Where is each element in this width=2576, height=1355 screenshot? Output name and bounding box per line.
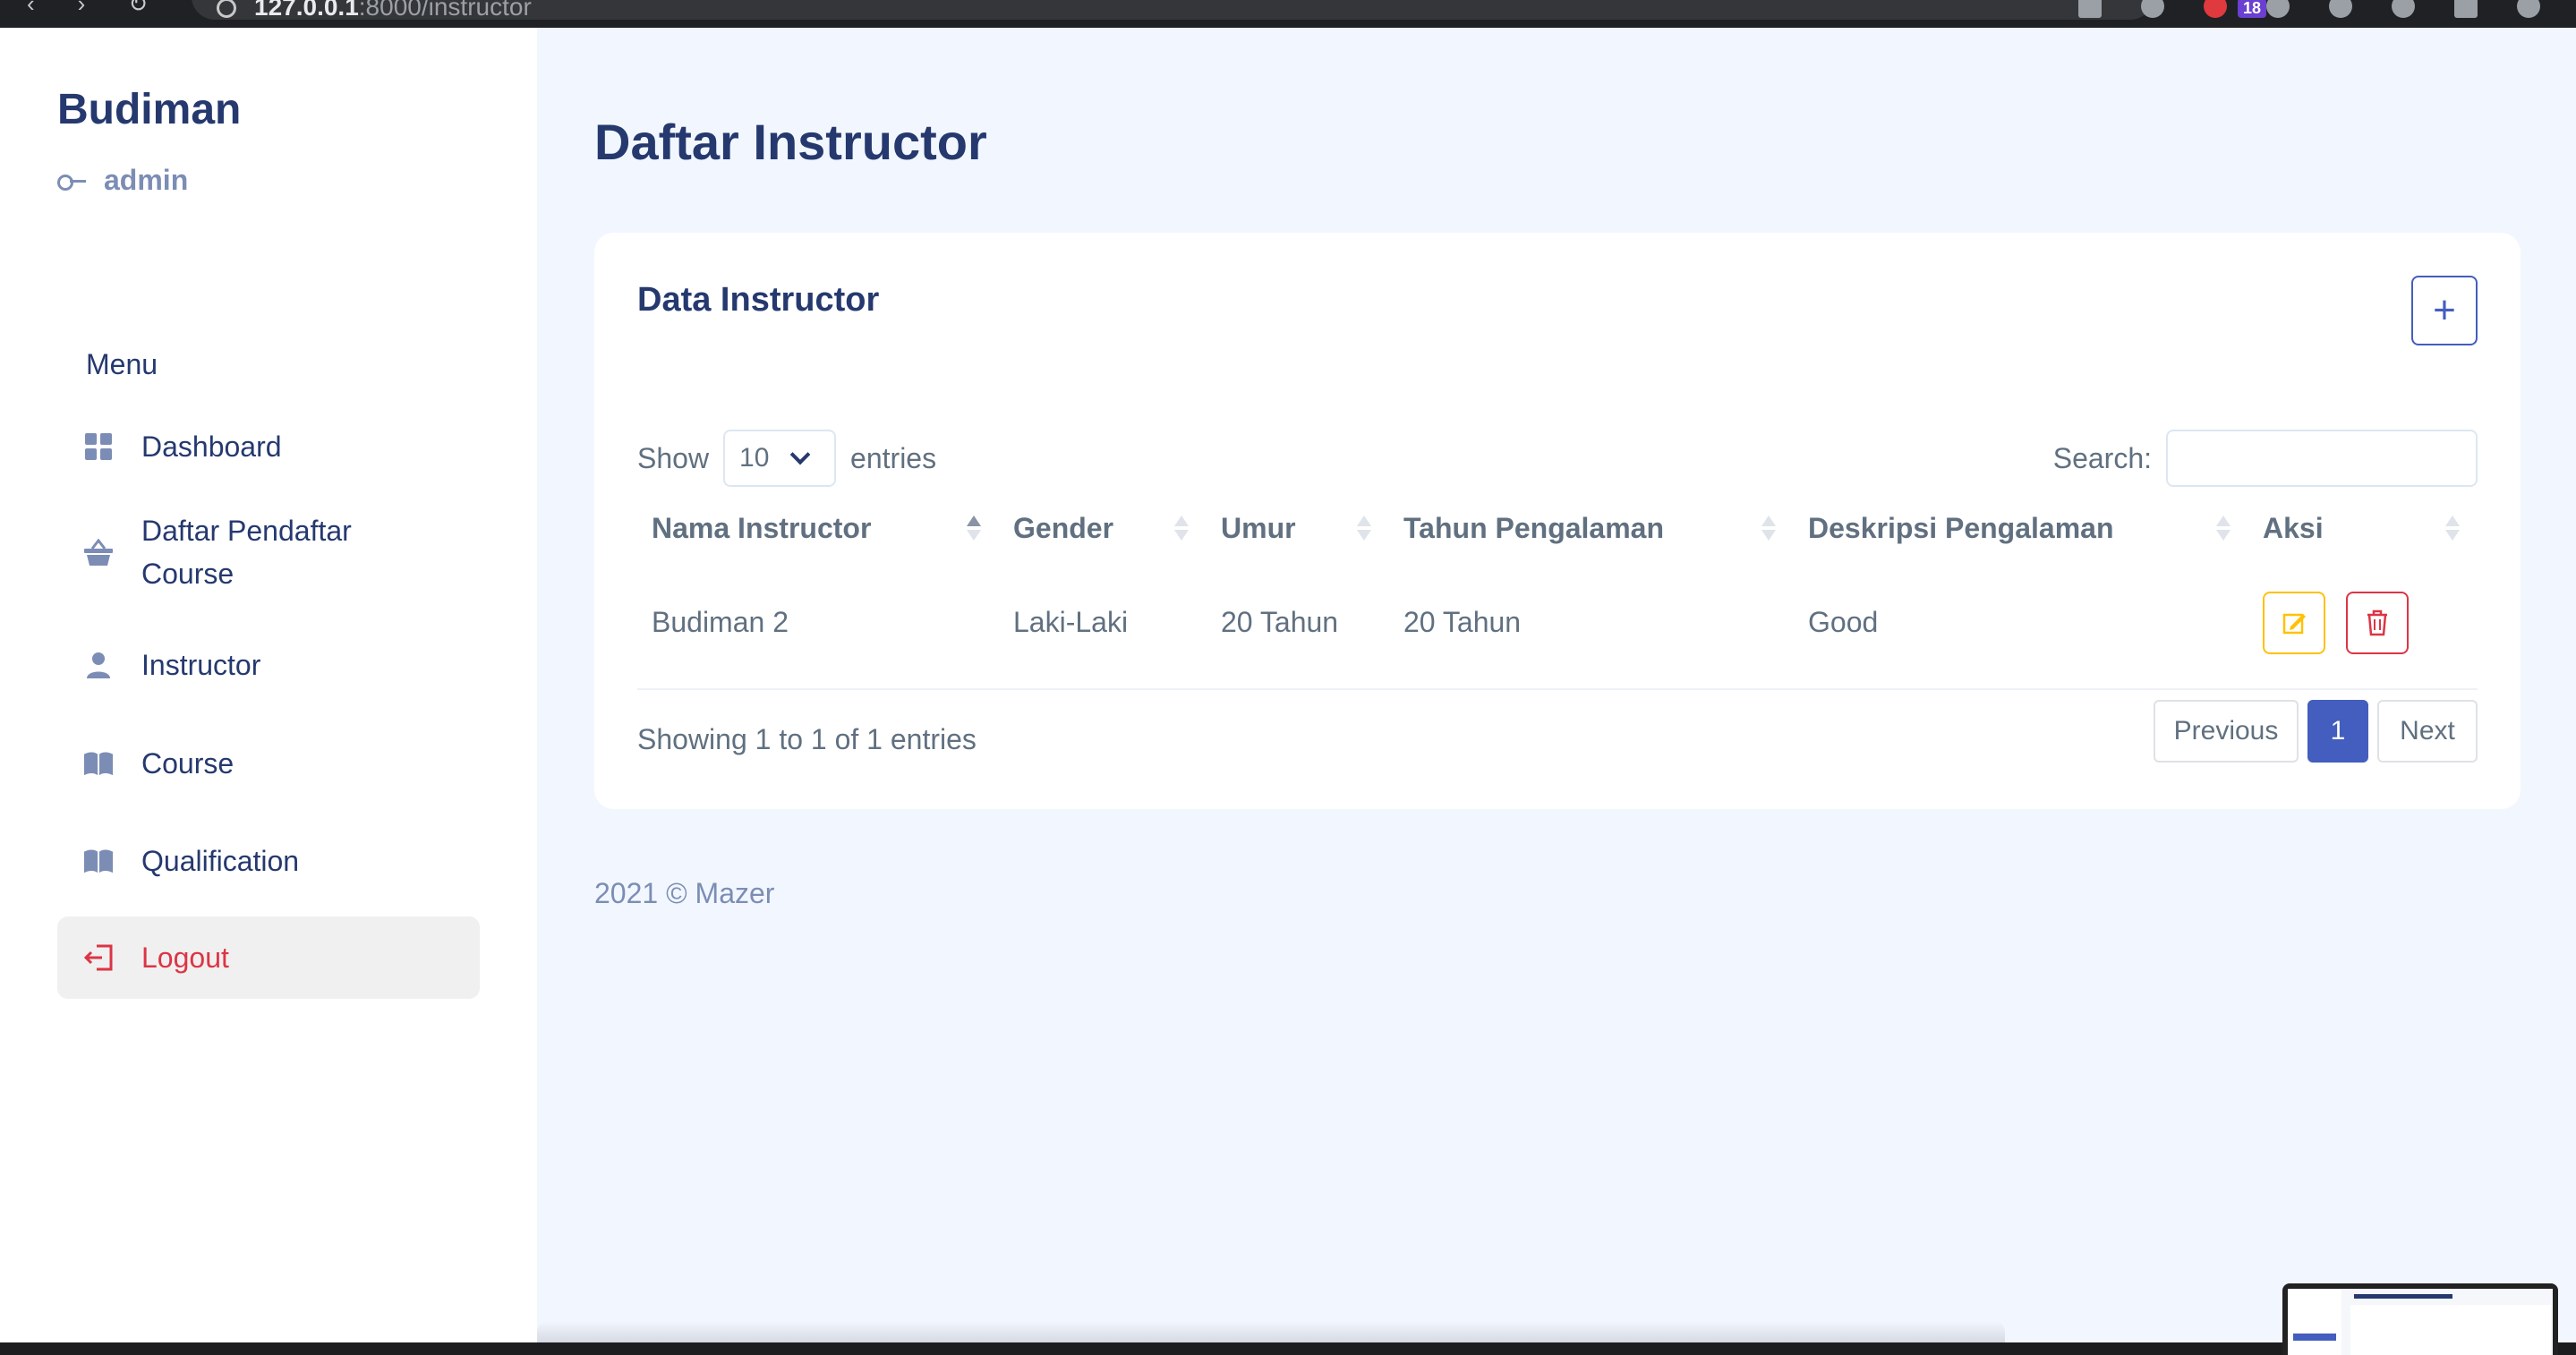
page-length-select[interactable]: 10 <box>723 430 837 487</box>
instructor-card: Data Instructor + Show 10 entries Search… <box>594 233 2521 809</box>
sidebar-item-label: Instructor <box>141 649 261 681</box>
show-label: Show <box>637 441 710 474</box>
sidebar-item-label: Daftar Pendaftar Course <box>141 515 352 590</box>
column-header-umur[interactable]: Umur <box>1207 499 1389 557</box>
brand-title[interactable]: Budiman <box>57 85 241 134</box>
thumbnail-title <box>2354 1294 2452 1299</box>
basket-icon <box>84 538 113 567</box>
screen-bottom-edge <box>0 1342 2576 1355</box>
sidebar-item-logout[interactable]: Logout <box>57 916 480 999</box>
column-header-nama[interactable]: Nama Instructor <box>637 499 999 557</box>
grid-icon <box>84 432 113 461</box>
instructor-table: Nama Instructor Gender Umur Tahun Pengal… <box>637 499 2478 690</box>
sort-icon <box>1357 512 1371 544</box>
cell-umur: 20 Tahun <box>1207 557 1389 690</box>
cell-aksi <box>2248 557 2478 690</box>
table-header-row: Nama Instructor Gender Umur Tahun Pengal… <box>637 499 2478 557</box>
extension-icon[interactable] <box>2392 0 2415 18</box>
book-icon <box>84 847 113 875</box>
sidebar-item-label: Course <box>141 747 235 780</box>
role-label: admin <box>104 164 189 196</box>
cell-deskripsi: Good <box>1794 557 2248 690</box>
extension-icon[interactable] <box>2329 0 2352 18</box>
site-info-icon[interactable] <box>217 0 236 18</box>
sort-icon <box>1761 512 1776 544</box>
sidebar-item-course[interactable]: Course <box>57 719 480 808</box>
url-text: 127.0.0.1:8000/instructor <box>254 0 532 21</box>
table-info: Showing 1 to 1 of 1 entries <box>637 723 977 755</box>
logout-icon <box>84 943 113 972</box>
card-title: Data Instructor <box>637 281 880 319</box>
pagination-next[interactable]: Next <box>2377 700 2478 763</box>
menu-title: Menu <box>86 348 158 380</box>
cell-gender: Laki-Laki <box>999 557 1207 690</box>
entries-label: entries <box>850 441 937 474</box>
search-input[interactable] <box>2166 430 2478 487</box>
browser-toolbar: ‹ › ↻ 127.0.0.1:8000/instructor 18 <box>0 0 2576 28</box>
sidebar-item-label: Logout <box>141 942 229 974</box>
trash-icon <box>2367 609 2387 635</box>
sidebar-item-label: Dashboard <box>141 430 282 463</box>
back-icon[interactable]: ‹ <box>27 0 35 15</box>
search-label: Search: <box>2052 441 2152 474</box>
overlay-shadow <box>537 1321 2005 1342</box>
sort-icon <box>2216 512 2231 544</box>
pagination: Previous 1 Next <box>2154 700 2478 763</box>
thumbnail-active-item <box>2293 1334 2336 1341</box>
user-role: admin <box>57 164 188 197</box>
cell-nama: Budiman 2 <box>637 557 999 690</box>
chevron-down-icon <box>789 444 811 465</box>
sort-icon <box>967 512 981 544</box>
sidebar-item-qualification[interactable]: Qualification <box>57 816 480 906</box>
page-length-control: Show 10 entries <box>637 430 936 487</box>
reload-icon[interactable]: ↻ <box>128 0 148 15</box>
plus-icon: + <box>2433 288 2456 332</box>
address-bar[interactable]: 127.0.0.1:8000/instructor <box>192 0 2154 20</box>
edit-button[interactable] <box>2263 591 2325 654</box>
sort-icon <box>1174 512 1189 544</box>
sort-icon <box>2445 512 2460 544</box>
profile-avatar[interactable] <box>2517 0 2540 18</box>
thumbnail-sidebar <box>2288 1289 2341 1355</box>
key-icon <box>57 174 86 191</box>
sidebar: Budiman admin Menu Dashboard Daftar Pend… <box>0 28 537 1343</box>
column-header-aksi[interactable]: Aksi <box>2248 499 2478 557</box>
pagination-page-1[interactable]: 1 <box>2307 700 2368 763</box>
page-title: Daftar Instructor <box>594 114 987 170</box>
forward-icon[interactable]: › <box>78 0 86 15</box>
sidebar-item-daftar-pendaftar[interactable]: Daftar Pendaftar Course <box>57 495 480 609</box>
sidebar-item-instructor[interactable]: Instructor <box>57 620 480 710</box>
browser-nav: ‹ › ↻ <box>27 0 148 15</box>
sidebar-item-dashboard[interactable]: Dashboard <box>57 402 480 491</box>
edit-icon <box>2282 613 2306 634</box>
tab-icon[interactable] <box>2454 0 2478 18</box>
page-length-value: 10 <box>739 443 770 473</box>
book-icon <box>84 749 113 778</box>
thumbnail-preview <box>2288 1289 2553 1355</box>
screenshot-thumbnail[interactable] <box>2282 1283 2558 1355</box>
extension-badge: 18 <box>2238 0 2267 18</box>
column-header-deskripsi[interactable]: Deskripsi Pengalaman <box>1794 499 2248 557</box>
sidebar-item-label: Qualification <box>141 845 300 877</box>
table-search: Search: <box>2053 430 2478 487</box>
column-header-tahun-pengalaman[interactable]: Tahun Pengalaman <box>1389 499 1794 557</box>
column-header-gender[interactable]: Gender <box>999 499 1207 557</box>
person-icon <box>84 651 113 679</box>
extension-icon[interactable] <box>2266 0 2290 18</box>
cell-tahun-pengalaman: 20 Tahun <box>1389 557 1794 690</box>
pagination-previous[interactable]: Previous <box>2154 700 2299 763</box>
page-footer: 2021 © Mazer <box>594 877 775 909</box>
table-row: Budiman 2 Laki-Laki 20 Tahun 20 Tahun Go… <box>637 557 2478 690</box>
delete-button[interactable] <box>2345 591 2409 654</box>
share-icon[interactable] <box>2078 0 2102 18</box>
browser-extension-icons <box>2078 0 2540 18</box>
add-instructor-button[interactable]: + <box>2411 276 2478 345</box>
thumbnail-card <box>2350 1305 2551 1355</box>
bookmark-star-icon[interactable] <box>2141 0 2164 18</box>
extension-icon[interactable] <box>2204 0 2227 18</box>
